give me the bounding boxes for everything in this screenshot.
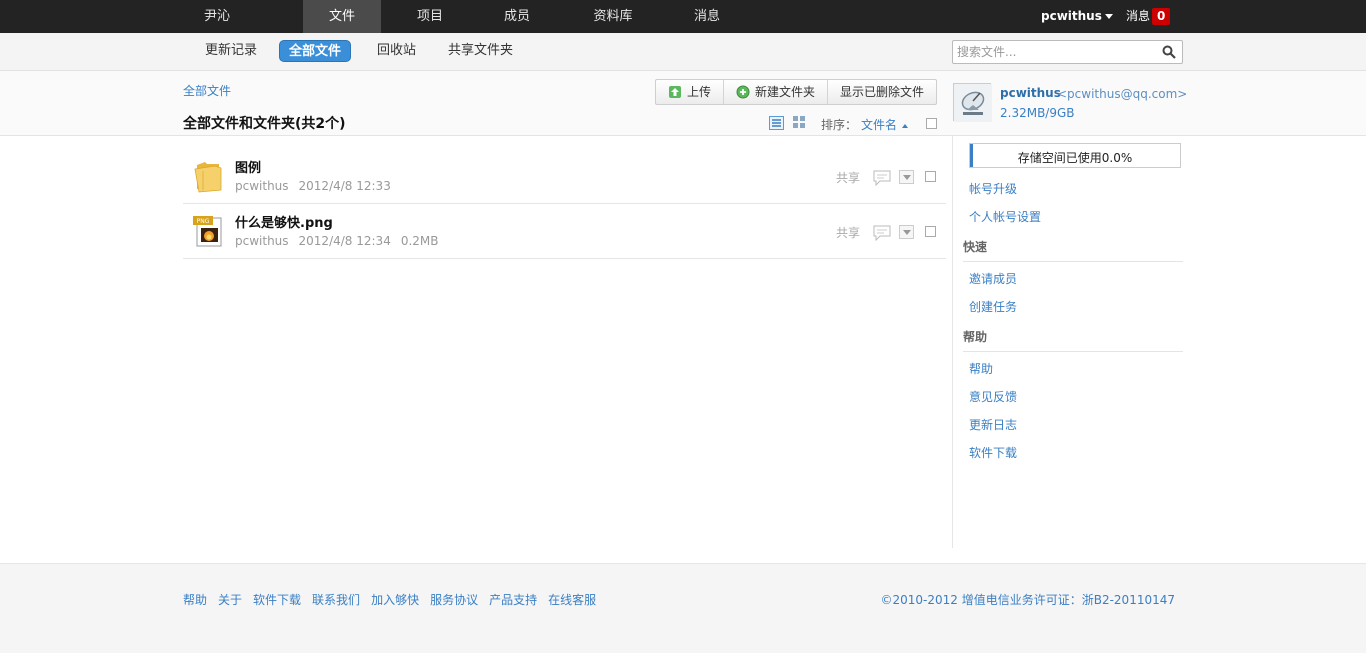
tab-all-files[interactable]: 全部文件 (279, 40, 352, 62)
help-heading: 帮助 (963, 328, 1183, 352)
new-folder-button[interactable]: 新建文件夹 (724, 80, 829, 104)
file-date: 2012/4/8 12:34 (298, 234, 391, 248)
upgrade-account-link[interactable]: 帐号升级 (969, 180, 1017, 197)
user-menu[interactable]: pcwithus (1041, 0, 1113, 33)
footer-link-download[interactable]: 软件下载 (253, 591, 301, 608)
more-actions-icon[interactable] (899, 225, 914, 239)
list-view-icon[interactable] (769, 116, 784, 130)
tab-shared-folders[interactable]: 共享文件夹 (439, 40, 522, 62)
footer-link-help[interactable]: 帮助 (183, 591, 207, 608)
footer: 帮助 关于 软件下载 联系我们 加入够快 服务协议 产品支持 在线客服 ©201… (0, 563, 1366, 653)
file-date: 2012/4/8 12:33 (298, 179, 391, 193)
sort-by-filename[interactable]: 文件名 (861, 116, 909, 133)
footer-link-terms[interactable]: 服务协议 (430, 591, 478, 608)
messages-link[interactable]: 消息 (1126, 0, 1150, 33)
tab-update-log[interactable]: 更新记录 (196, 40, 266, 62)
upload-label: 上传 (687, 85, 712, 99)
new-folder-label: 新建文件夹 (755, 85, 816, 99)
upload-button[interactable]: 上传 (656, 80, 725, 104)
upload-icon (669, 86, 681, 98)
chevron-down-icon (1104, 14, 1113, 19)
profile-name[interactable]: pcwithus (1000, 86, 1061, 100)
tab-recycle-bin[interactable]: 回收站 (368, 40, 425, 62)
nav-files[interactable]: 文件 (303, 0, 381, 33)
messages-count-badge[interactable]: 0 (1152, 8, 1171, 25)
share-link[interactable]: 共享 (836, 169, 860, 186)
search-input[interactable] (957, 44, 1155, 60)
footer-link-contact[interactable]: 联系我们 (312, 591, 360, 608)
nav-library[interactable]: 资料库 (583, 0, 643, 33)
png-image-icon: PNG (193, 216, 222, 247)
show-deleted-button[interactable]: 显示已删除文件 (828, 80, 936, 104)
nav-messages[interactable]: 消息 (680, 0, 734, 33)
changelog-link[interactable]: 更新日志 (969, 416, 1017, 433)
user-menu-name: pcwithus (1041, 9, 1102, 23)
nav-projects[interactable]: 项目 (403, 0, 457, 33)
file-owner: pcwithus (235, 234, 289, 248)
satellite-dish-icon (954, 84, 992, 122)
storage-progress-text: 存储空间已使用0.0% (1017, 151, 1133, 165)
create-task-link[interactable]: 创建任务 (969, 298, 1017, 315)
top-navigation-bar: 尹沁 文件 项目 成员 资料库 消息 pcwithus 消息 0 (0, 0, 1366, 33)
brand-name[interactable]: 尹沁 (204, 0, 230, 33)
share-link[interactable]: 共享 (836, 224, 860, 241)
footer-links: 帮助 关于 软件下载 联系我们 加入够快 服务协议 产品支持 在线客服 (183, 591, 596, 608)
file-meta: pcwithus 2012/4/8 12:34 0.2MB (235, 234, 439, 248)
file-name[interactable]: 图例 (235, 157, 261, 176)
footer-link-online-service[interactable]: 在线客服 (548, 591, 596, 608)
storage-usage: 2.32MB/9GB (1000, 106, 1075, 120)
footer-link-join[interactable]: 加入够快 (371, 591, 419, 608)
feedback-link[interactable]: 意见反馈 (969, 388, 1017, 405)
invite-members-link[interactable]: 邀请成员 (969, 270, 1017, 287)
sort-asc-icon (902, 123, 909, 128)
comment-icon[interactable] (873, 170, 891, 186)
add-circle-icon (736, 85, 750, 99)
storage-progress-bar: 存储空间已使用0.0% (969, 143, 1181, 168)
account-settings-link[interactable]: 个人帐号设置 (969, 208, 1041, 225)
search-icon[interactable] (1162, 45, 1176, 59)
profile-email: <pcwithus@qq.com> (1057, 87, 1188, 101)
grid-view-icon[interactable] (793, 116, 805, 128)
sidebar-divider (952, 136, 953, 548)
footer-link-about[interactable]: 关于 (218, 591, 242, 608)
breadcrumb[interactable]: 全部文件 (183, 82, 231, 99)
row-checkbox[interactable] (925, 171, 936, 182)
file-size: 0.2MB (400, 234, 439, 248)
software-download-link[interactable]: 软件下载 (969, 444, 1017, 461)
nav-members[interactable]: 成员 (490, 0, 544, 33)
quick-heading: 快速 (963, 238, 1183, 262)
row-checkbox[interactable] (925, 226, 936, 237)
copyright: ©2010-2012 增值电信业务许可证：浙B2-20110147 (880, 593, 1176, 607)
avatar[interactable] (953, 83, 992, 122)
file-owner: pcwithus (235, 179, 289, 193)
search-box (952, 40, 1183, 64)
footer-link-support[interactable]: 产品支持 (489, 591, 537, 608)
svg-text:PNG: PNG (197, 218, 210, 225)
comment-icon[interactable] (873, 225, 891, 241)
select-all-checkbox[interactable] (926, 118, 937, 129)
file-row[interactable]: 图例 pcwithus 2012/4/8 12:33 共享 (183, 149, 946, 204)
sub-navigation: 更新记录 全部文件 回收站 共享文件夹 (0, 33, 1366, 71)
help-link[interactable]: 帮助 (969, 360, 993, 377)
more-actions-icon[interactable] (899, 170, 914, 184)
page-title: 全部文件和文件夹(共2个) (183, 116, 346, 132)
sort-value-label: 文件名 (861, 118, 898, 132)
folder-icon (194, 162, 222, 193)
file-name[interactable]: 什么是够快.png (235, 212, 333, 231)
content-header: 全部文件 全部文件和文件夹(共2个) 上传 新建文件夹 显示已删除文件 排序： … (0, 71, 1366, 136)
file-meta: pcwithus 2012/4/8 12:33 (235, 179, 391, 193)
sort-label: 排序： (821, 118, 858, 132)
file-row[interactable]: PNG 什么是够快.png pcwithus 2012/4/8 12:34 0.… (183, 204, 946, 259)
file-toolbar: 上传 新建文件夹 显示已删除文件 (655, 79, 938, 105)
